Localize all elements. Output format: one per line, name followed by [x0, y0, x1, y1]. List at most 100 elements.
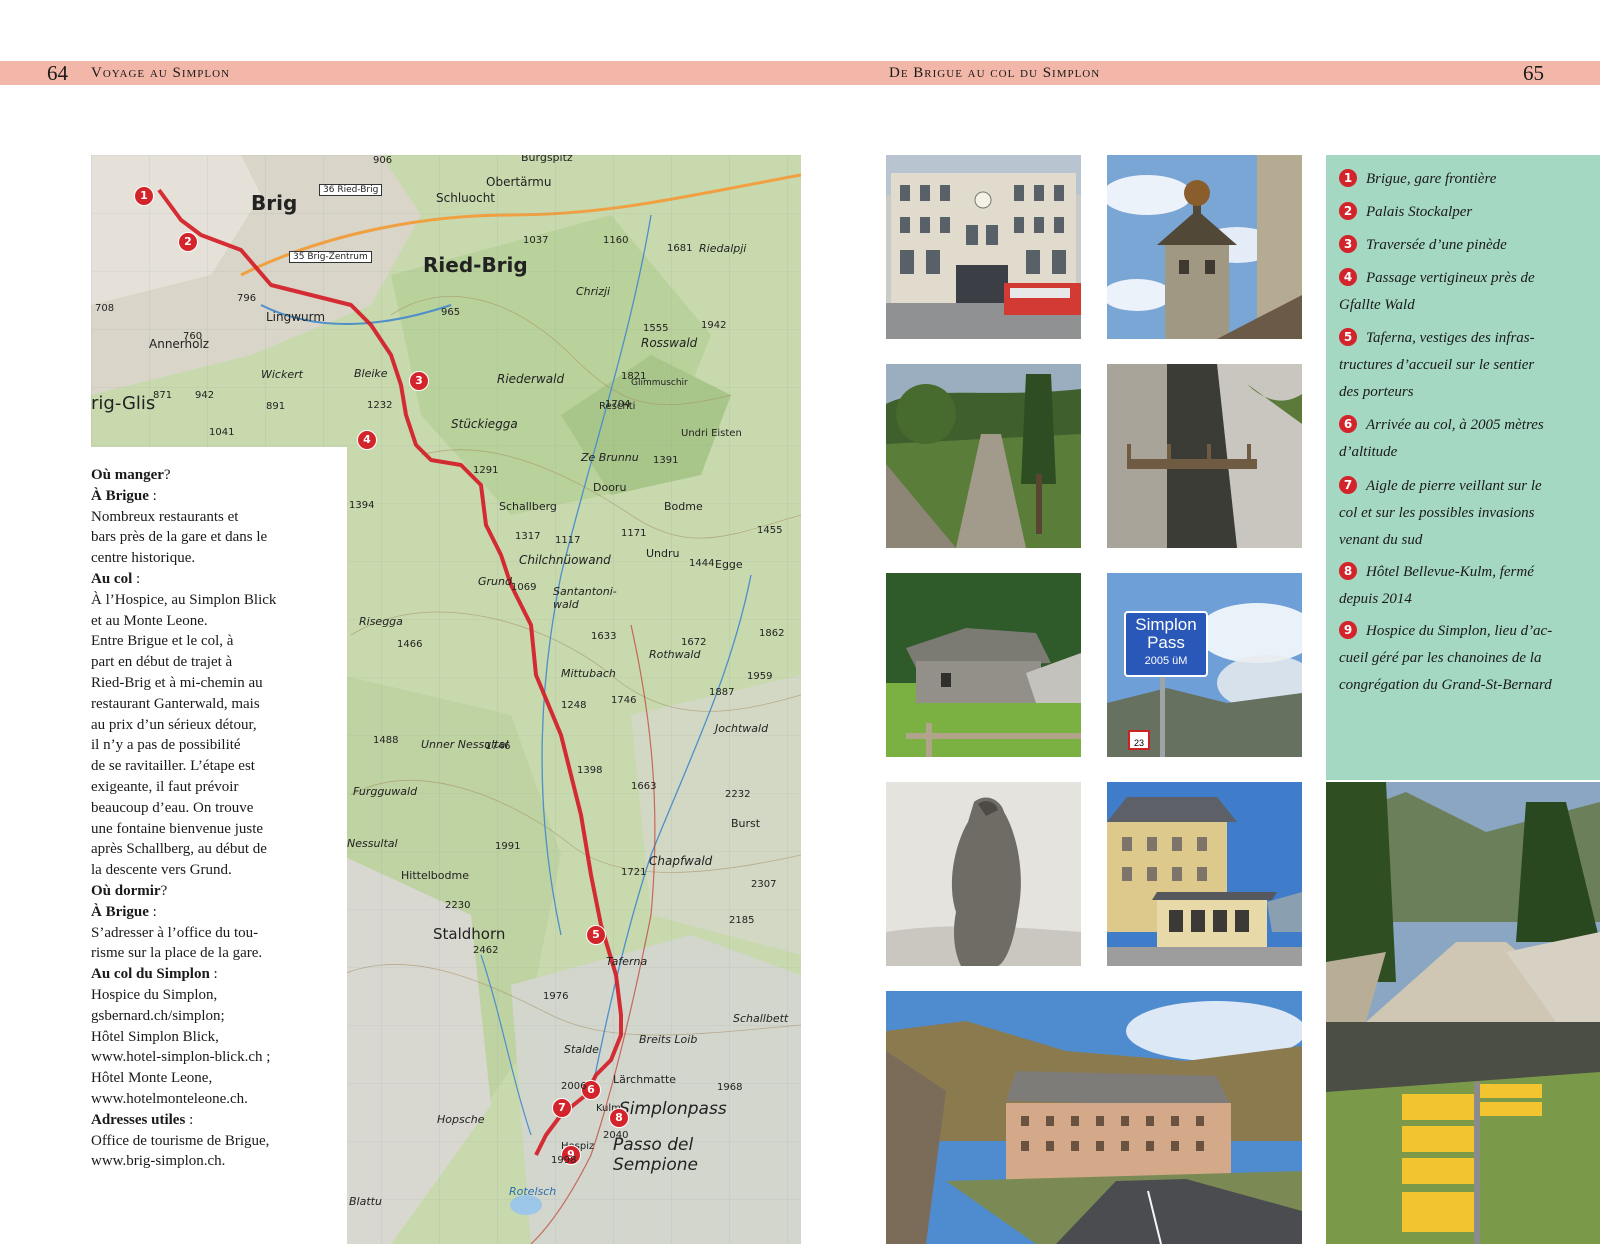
map-label: Schallberg — [499, 500, 557, 513]
elevation-label: 1171 — [621, 528, 647, 539]
photo-simplon-hospice — [886, 991, 1302, 1244]
info-line: Ried-Brig et à mi-chemin au — [91, 674, 263, 691]
elevation-label: 796 — [237, 293, 257, 304]
elevation-label: 1317 — [515, 531, 541, 542]
info-line: www.brig-simplon.ch. — [91, 1153, 226, 1170]
map-label: Riederwald — [497, 372, 565, 386]
map-label: Egge — [715, 558, 743, 571]
map-label: Hopsche — [437, 1113, 485, 1126]
map-label: Dooru — [593, 481, 627, 494]
elevation-label: 1746 — [611, 695, 637, 706]
map-sign: 36 Ried-Brig — [319, 184, 383, 196]
info-line: Nombreux restaurants et — [91, 508, 239, 525]
info-line: beaucoup d’eau. On trouve — [91, 799, 254, 816]
map-label: Chilchnüowand — [519, 553, 611, 567]
map-label: Jochtwald — [715, 722, 769, 735]
subheading-brigue-eat: À Brigue : — [91, 487, 157, 504]
photo-gorge-bridge — [1107, 364, 1302, 548]
stage-marker: 8 — [609, 1108, 629, 1128]
info-line: Entre Brigue et le col, à — [91, 633, 234, 650]
map-label: Brig — [251, 191, 298, 215]
map-label: Undri Eisten — [681, 428, 742, 439]
elevation-label: 2040 — [603, 1130, 629, 1141]
heading-where-to-eat: Où manger? — [91, 467, 171, 483]
map-label: Taferna — [606, 955, 648, 968]
info-line: gsbernard.ch/simplon; — [91, 1007, 225, 1024]
legend-item: 4 Passage vertigineux près de Gfallte Wald — [1339, 268, 1535, 313]
elevation-label: 942 — [195, 390, 215, 401]
photo-brig-station — [886, 155, 1081, 339]
elevation-label: 1959 — [747, 671, 773, 682]
map-label: Ried-Brig — [423, 253, 528, 277]
info-line: une fontaine bienvenue juste — [91, 820, 264, 837]
info-line: au prix d’un sérieux détour, — [91, 716, 257, 733]
elevation-label: 1444 — [689, 558, 715, 569]
photo-forest-path — [886, 364, 1081, 548]
stage-marker: 3 — [409, 371, 429, 391]
elevation-label: 1394 — [349, 500, 375, 511]
legend-item: 2 Palais Stockalper — [1339, 199, 1589, 226]
map-label: Rotelsch — [509, 1185, 557, 1198]
map-label: Riedalpji — [699, 242, 747, 255]
elevation-label: 1887 — [709, 687, 735, 698]
elevation-label: 1862 — [759, 628, 785, 639]
photo-mountain-trail — [1326, 782, 1600, 1022]
elevation-label: 1681 — [667, 243, 693, 254]
map-label: Bodme — [664, 500, 703, 513]
photo-stone-eagle — [886, 782, 1081, 966]
elevation-label: 2006 — [561, 1081, 587, 1092]
stage-marker: 2 — [178, 232, 198, 252]
stage-marker: 5 — [586, 925, 606, 945]
subheading-useful-addresses: Adresses utiles : — [91, 1111, 194, 1128]
info-line: Hôtel Monte Leone, — [91, 1070, 213, 1087]
map-label: Mittubach — [561, 667, 616, 680]
map-label: Bleike — [354, 367, 388, 380]
info-line: risme sur la place de la gare. — [91, 945, 263, 962]
subheading-brigue-sleep: À Brigue : — [91, 903, 157, 920]
map-label: Ze Brunnu — [581, 451, 639, 464]
elevation-label: 1069 — [511, 582, 537, 593]
photo-trail-signpost — [1326, 1022, 1600, 1244]
elevation-label: 2462 — [473, 945, 499, 956]
right-running-title: De Brigue au col du Simplon — [889, 65, 1101, 81]
map-label: Schallbett — [733, 1012, 789, 1025]
map-label: Stalde — [564, 1043, 599, 1056]
elevation-label: 1991 — [495, 841, 521, 852]
info-line: À l’Hospice, au Simplon Blick — [91, 591, 277, 608]
info-line: www.hotelmonteleone.ch. — [91, 1090, 248, 1107]
info-line: Hospice du Simplon, — [91, 986, 218, 1003]
info-line: après Schallberg, au début de — [91, 841, 267, 858]
info-line: www.hotel-simplon-blick.ch ; — [91, 1049, 271, 1066]
elevation-label: 1821 — [621, 371, 647, 382]
map-label: Wickert — [261, 368, 303, 381]
map-label: Furgguwald — [353, 785, 418, 798]
elevation-label: 708 — [95, 303, 115, 314]
stage-legend: 1 Brigue, gare frontière 2 Palais Stockalp… — [1326, 155, 1600, 780]
info-line: restaurant Ganterwald, mais — [91, 695, 260, 712]
map-label: Undru — [646, 547, 680, 560]
elevation-label: 1391 — [653, 455, 679, 466]
map-label: Schluocht — [436, 191, 496, 205]
elevation-label: 965 — [441, 307, 461, 318]
road-number-sign: 23 — [1133, 738, 1144, 748]
map-label: Stückiegga — [451, 417, 518, 431]
elevation-label: 1968 — [717, 1082, 743, 1093]
legend-item: 6 Arrivée au col, à 2005 mètres d’altitude — [1339, 415, 1544, 460]
info-line: exigeante, il faut prévoir — [91, 778, 239, 795]
elevation-label: 1976 — [543, 991, 569, 1002]
elevation-label: 1704 — [605, 399, 631, 410]
photo-stockalper-tower — [1107, 155, 1302, 339]
elevation-label: 1291 — [473, 465, 499, 476]
elevation-label: 2232 — [725, 789, 751, 800]
photo-simplon-pass-sign: Simplon Pass 2005 üM 23 — [1107, 573, 1302, 757]
legend-item: 7 Aigle de pierre veillant sur le col et s… — [1339, 476, 1542, 548]
right-page-number: 65 — [1523, 61, 1544, 85]
subheading-col-sleep: Au col du Simplon : — [91, 966, 218, 983]
elevation-label: 906 — [373, 155, 393, 166]
info-line: la descente vers Grund. — [91, 862, 232, 879]
elevation-label: 1998 — [551, 1155, 577, 1166]
stage-marker: 7 — [552, 1098, 572, 1118]
running-header-band — [0, 61, 1600, 85]
elevation-label: 1232 — [367, 400, 393, 411]
map-label: Lärchmatte — [613, 1073, 677, 1086]
